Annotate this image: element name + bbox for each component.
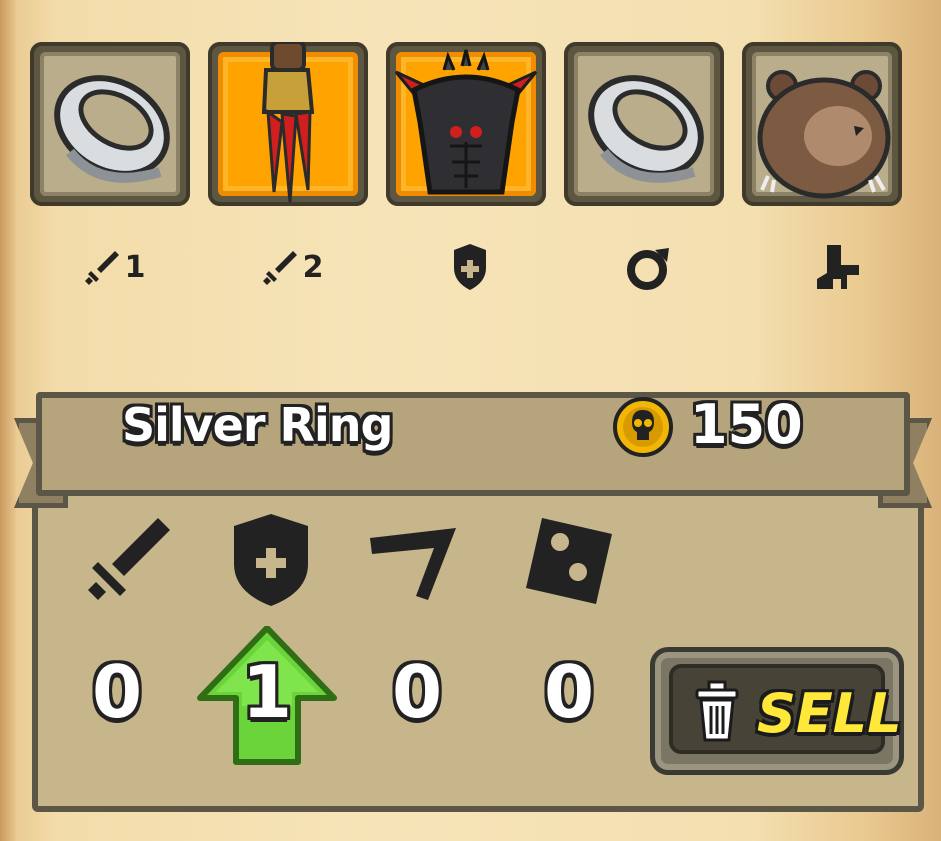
- shield-icon: [234, 514, 308, 606]
- ring-icon: [627, 248, 669, 290]
- equipment-slot-ring-1[interactable]: [30, 42, 190, 206]
- stat-value-luck: 0: [543, 650, 595, 734]
- item-name: Silver Ring: [122, 398, 393, 452]
- sword-icon: [88, 518, 170, 600]
- slot-label-ring: [610, 242, 690, 292]
- equipment-slot-armor[interactable]: [386, 42, 546, 206]
- silver-ring-icon: [588, 75, 704, 183]
- stat-value-attack: 0: [91, 650, 143, 734]
- skull-coin-icon: [613, 397, 673, 457]
- silver-ring-icon: [54, 75, 170, 183]
- slot-label-weapon-1: 1: [60, 242, 170, 292]
- equipment-slot-companion[interactable]: [742, 42, 902, 206]
- sell-button-label: SELL: [757, 682, 902, 745]
- trash-icon: [695, 680, 739, 742]
- sell-button[interactable]: SELL: [650, 647, 904, 775]
- dice-icon: [526, 518, 612, 604]
- boot-icon: [817, 245, 859, 289]
- sword-icon: [84, 251, 119, 285]
- slot-label-armor: [430, 242, 510, 292]
- sword-icon: [262, 251, 297, 285]
- claw-gauntlet-icon: [261, 42, 315, 203]
- slot-number: 2: [302, 249, 324, 285]
- bear-companion-icon: [757, 70, 891, 199]
- equipment-slot-weapon-2[interactable]: [208, 42, 368, 206]
- shield-icon: [454, 244, 486, 290]
- slot-number: 1: [124, 249, 146, 285]
- spiked-armor-icon: [394, 49, 538, 195]
- slot-label-companion: [798, 242, 878, 292]
- item-price: 150: [690, 393, 803, 456]
- equipment-slot-ring-2[interactable]: [564, 42, 724, 206]
- slot-label-weapon-2: 2: [238, 242, 348, 292]
- boomerang-icon: [370, 528, 456, 600]
- stat-value-defense: 1: [241, 650, 293, 734]
- stat-value-ranged: 0: [391, 650, 443, 734]
